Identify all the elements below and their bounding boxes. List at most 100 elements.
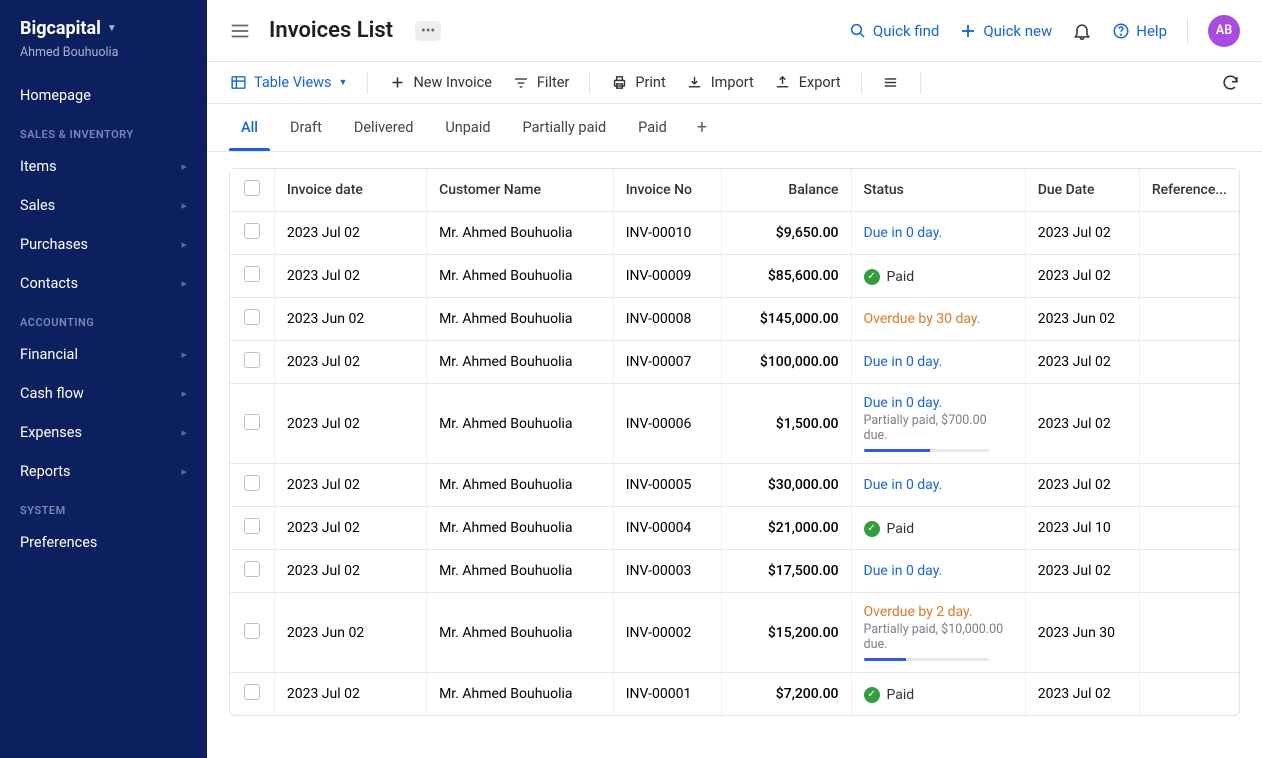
nav-item[interactable]: Items▸ (0, 147, 207, 186)
col-due-date[interactable]: Due Date (1025, 169, 1139, 212)
row-checkbox[interactable] (244, 414, 260, 430)
cell-date: 2023 Jul 02 (274, 384, 426, 464)
table-row[interactable]: 2023 Jul 02Mr. Ahmed BouhuoliaINV-00009$… (230, 255, 1239, 298)
brand-name[interactable]: Bigcapital ▼ (20, 18, 117, 39)
table-row[interactable]: 2023 Jul 02Mr. Ahmed BouhuoliaINV-00003$… (230, 550, 1239, 593)
nav-item[interactable]: Purchases▸ (0, 225, 207, 264)
cell-due-date: 2023 Jul 02 (1025, 464, 1139, 507)
nav-item[interactable]: Contacts▸ (0, 264, 207, 303)
table-row[interactable]: 2023 Jul 02Mr. Ahmed BouhuoliaINV-00004$… (230, 507, 1239, 550)
row-checkbox[interactable] (244, 352, 260, 368)
avatar[interactable]: AB (1208, 15, 1240, 47)
export-button[interactable]: Export (774, 74, 841, 92)
more-actions-button[interactable]: ••• (415, 21, 441, 41)
chevron-right-icon: ▸ (181, 348, 187, 361)
invoices-table: Invoice date Customer Name Invoice No Ba… (229, 168, 1240, 716)
main: Invoices List ••• Quick find Quick new H… (207, 0, 1262, 758)
status-subtext: Partially paid, $700.00 due. (864, 413, 1013, 443)
row-checkbox[interactable] (244, 475, 260, 491)
table-row[interactable]: 2023 Jun 02Mr. Ahmed BouhuoliaINV-00008$… (230, 298, 1239, 341)
nav-item[interactable]: Cash flow▸ (0, 374, 207, 413)
cell-status: Overdue by 2 day.Partially paid, $10,000… (851, 593, 1025, 673)
check-icon: ✓ (864, 521, 880, 537)
new-invoice-button[interactable]: New Invoice (388, 74, 491, 92)
nav-item[interactable]: Reports▸ (0, 452, 207, 491)
cell-invoice-no: INV-00009 (613, 255, 722, 298)
tab-paid[interactable]: Paid (626, 105, 679, 150)
nav-item[interactable]: Sales▸ (0, 186, 207, 225)
table-row[interactable]: 2023 Jul 02Mr. Ahmed BouhuoliaINV-00001$… (230, 673, 1239, 715)
row-checkbox[interactable] (244, 266, 260, 282)
filter-button[interactable]: Filter (512, 74, 569, 92)
cell-date: 2023 Jul 02 (274, 341, 426, 384)
cell-invoice-no: INV-00003 (613, 550, 722, 593)
table-row[interactable]: 2023 Jul 02Mr. Ahmed BouhuoliaINV-00007$… (230, 341, 1239, 384)
nav-homepage[interactable]: Homepage (0, 76, 207, 115)
export-icon (774, 74, 792, 92)
row-checkbox[interactable] (244, 623, 260, 639)
cell-invoice-no: INV-00002 (613, 593, 722, 673)
nav-item[interactable]: Financial▸ (0, 335, 207, 374)
status-text: Due in 0 day. (864, 395, 1013, 411)
quick-find-button[interactable]: Quick find (849, 22, 939, 40)
table-row[interactable]: 2023 Jul 02Mr. Ahmed BouhuoliaINV-00010$… (230, 212, 1239, 255)
more-menu-button[interactable] (882, 74, 900, 92)
brand-block: Bigcapital ▼ Ahmed Bouhuolia (0, 18, 207, 76)
tab-all[interactable]: All (229, 105, 270, 150)
cell-reference (1139, 507, 1239, 550)
import-button[interactable]: Import (686, 74, 754, 92)
cell-invoice-no: INV-00010 (613, 212, 722, 255)
cell-invoice-no: INV-00007 (613, 341, 722, 384)
row-checkbox[interactable] (244, 561, 260, 577)
col-reference[interactable]: Reference... (1139, 169, 1239, 212)
chevron-right-icon: ▸ (181, 199, 187, 212)
status-subtext: Partially paid, $10,000.00 due. (864, 622, 1013, 652)
cell-date: 2023 Jun 02 (274, 593, 426, 673)
cell-reference (1139, 255, 1239, 298)
cell-balance: $1,500.00 (721, 384, 850, 464)
cell-date: 2023 Jul 02 (274, 507, 426, 550)
toolbar: Table Views ▼ New Invoice Filter Print I… (207, 62, 1262, 104)
caret-down-icon: ▼ (339, 77, 348, 88)
table-row[interactable]: 2023 Jul 02Mr. Ahmed BouhuoliaINV-00006$… (230, 384, 1239, 464)
cell-date: 2023 Jul 02 (274, 673, 426, 715)
nav-item[interactable]: Preferences (0, 523, 207, 562)
notifications-icon[interactable] (1072, 21, 1092, 41)
tab-partially-paid[interactable]: Partially paid (511, 105, 619, 150)
cell-status: ✓Paid (851, 673, 1025, 715)
help-button[interactable]: Help (1112, 22, 1167, 40)
col-status[interactable]: Status (851, 169, 1025, 212)
cell-balance: $7,200.00 (721, 673, 850, 715)
quick-new-button[interactable]: Quick new (959, 22, 1052, 40)
select-all-checkbox[interactable] (244, 180, 260, 196)
search-icon (849, 22, 867, 40)
cell-balance: $21,000.00 (721, 507, 850, 550)
chevron-right-icon: ▸ (181, 426, 187, 439)
cell-due-date: 2023 Jul 02 (1025, 550, 1139, 593)
col-invoice-no[interactable]: Invoice No (613, 169, 722, 212)
table-row[interactable]: 2023 Jul 02Mr. Ahmed BouhuoliaINV-00005$… (230, 464, 1239, 507)
tab-draft[interactable]: Draft (278, 105, 334, 150)
cell-due-date: 2023 Jul 10 (1025, 507, 1139, 550)
nav-item[interactable]: Expenses▸ (0, 413, 207, 452)
col-balance[interactable]: Balance (721, 169, 850, 212)
add-tab-button[interactable]: + (687, 117, 717, 138)
print-button[interactable]: Print (610, 74, 665, 92)
row-checkbox[interactable] (244, 518, 260, 534)
row-checkbox[interactable] (244, 309, 260, 325)
filter-icon (512, 74, 530, 92)
col-customer-name[interactable]: Customer Name (426, 169, 613, 212)
tab-delivered[interactable]: Delivered (342, 105, 426, 150)
row-checkbox[interactable] (244, 684, 260, 700)
tab-unpaid[interactable]: Unpaid (433, 105, 502, 150)
table-row[interactable]: 2023 Jun 02Mr. Ahmed BouhuoliaINV-00002$… (230, 593, 1239, 673)
check-icon: ✓ (864, 269, 880, 285)
row-checkbox[interactable] (244, 223, 260, 239)
col-invoice-date[interactable]: Invoice date (274, 169, 426, 212)
table-views-button[interactable]: Table Views ▼ (229, 74, 347, 92)
status-text: Due in 0 day. (864, 477, 1013, 493)
refresh-button[interactable] (1221, 73, 1240, 92)
hamburger-icon[interactable] (229, 20, 253, 42)
cell-reference (1139, 341, 1239, 384)
brand-user: Ahmed Bouhuolia (20, 45, 187, 60)
